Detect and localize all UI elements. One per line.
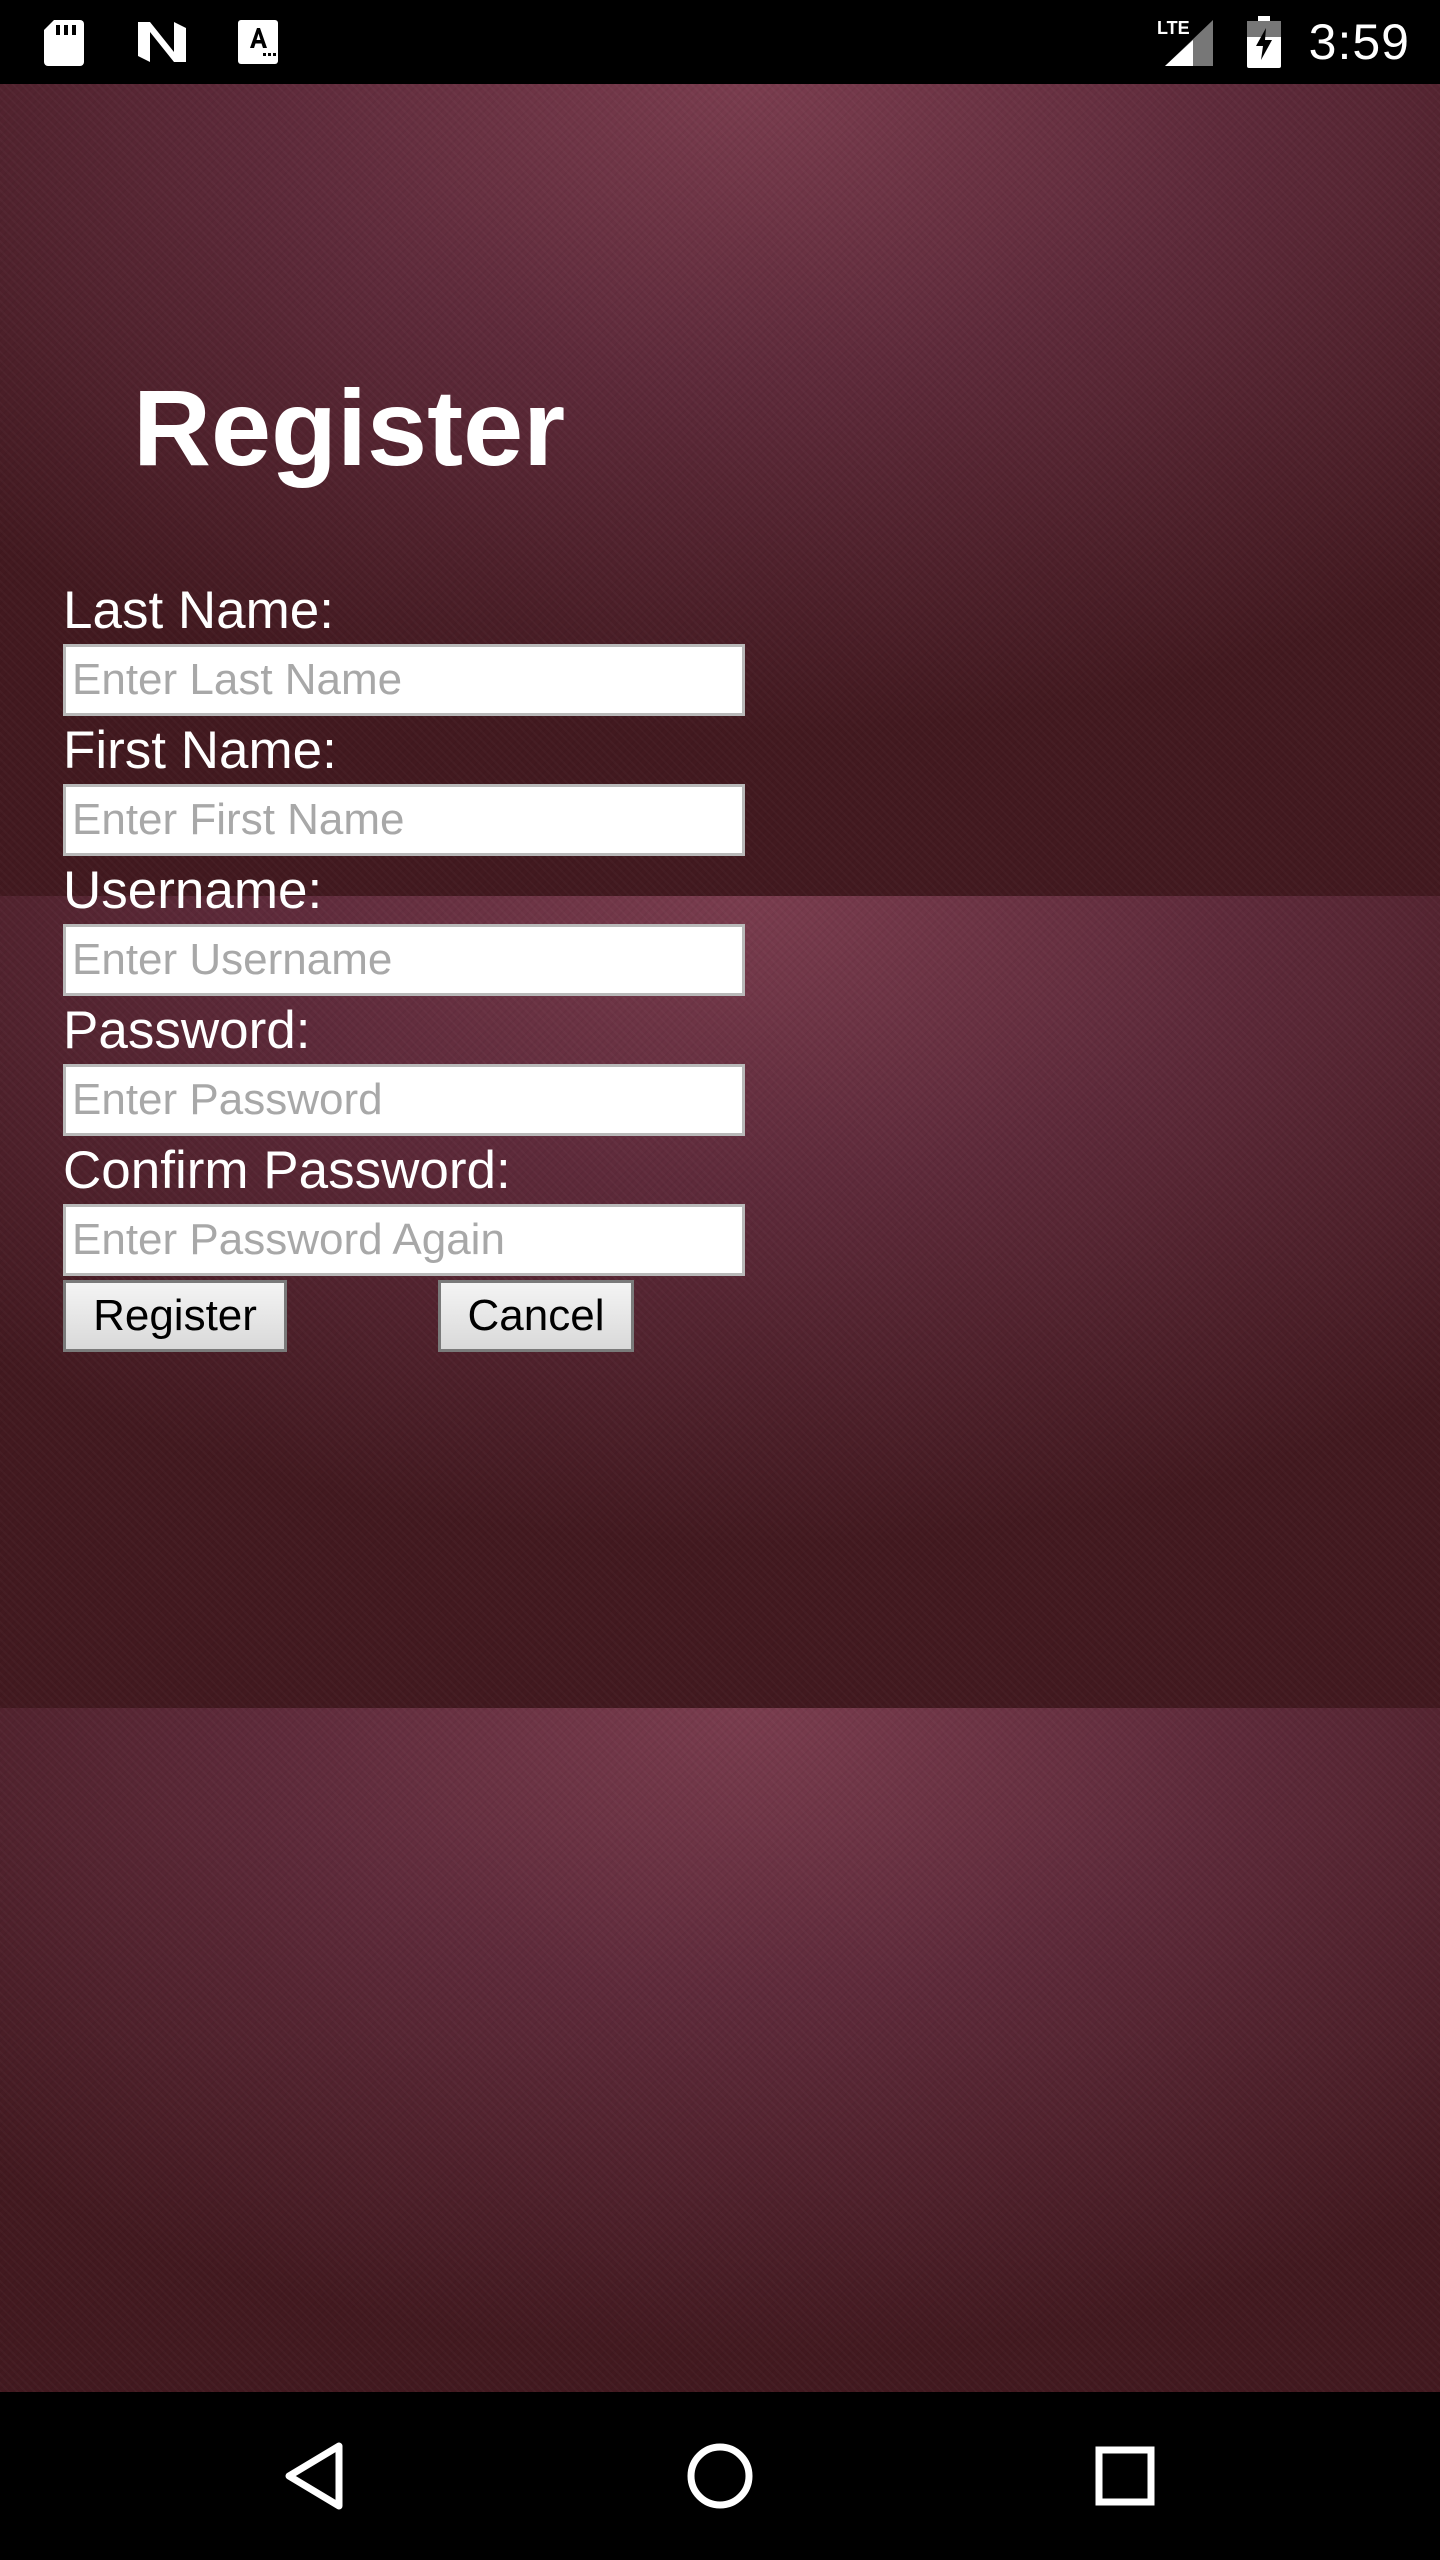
register-screen: Register Last Name: First Name: Username… xyxy=(0,84,1440,2392)
confirm-password-label: Confirm Password: xyxy=(63,1141,511,1200)
notification-icons xyxy=(40,16,280,68)
lte-signal-icon: LTE xyxy=(1157,18,1213,66)
text-a-icon xyxy=(238,20,278,64)
password-input[interactable] xyxy=(63,1064,745,1136)
back-icon[interactable] xyxy=(275,2436,355,2516)
network-type-label: LTE xyxy=(1157,18,1190,38)
password-label: Password: xyxy=(63,1001,311,1060)
first-name-input[interactable] xyxy=(63,784,745,856)
home-icon[interactable] xyxy=(680,2436,760,2516)
first-name-label: First Name: xyxy=(63,721,337,780)
status-bar: LTE 3:59 xyxy=(0,0,1440,84)
register-form: Register Last Name: First Name: Username… xyxy=(0,84,1440,2392)
n-logo-icon xyxy=(138,22,186,62)
battery-charging-icon xyxy=(1246,16,1281,68)
navigation-bar xyxy=(0,2392,1440,2560)
username-input[interactable] xyxy=(63,924,745,996)
recents-icon[interactable] xyxy=(1085,2436,1165,2516)
register-button[interactable]: Register xyxy=(63,1280,287,1352)
sd-card-icon xyxy=(44,20,84,66)
confirm-password-input[interactable] xyxy=(63,1204,745,1276)
last-name-input[interactable] xyxy=(63,644,745,716)
username-label: Username: xyxy=(63,861,323,920)
page-title: Register xyxy=(133,367,566,488)
clock: 3:59 xyxy=(1308,14,1410,70)
last-name-label: Last Name: xyxy=(63,581,335,640)
system-status: LTE 3:59 xyxy=(1157,0,1410,84)
cancel-button[interactable]: Cancel xyxy=(438,1280,634,1352)
